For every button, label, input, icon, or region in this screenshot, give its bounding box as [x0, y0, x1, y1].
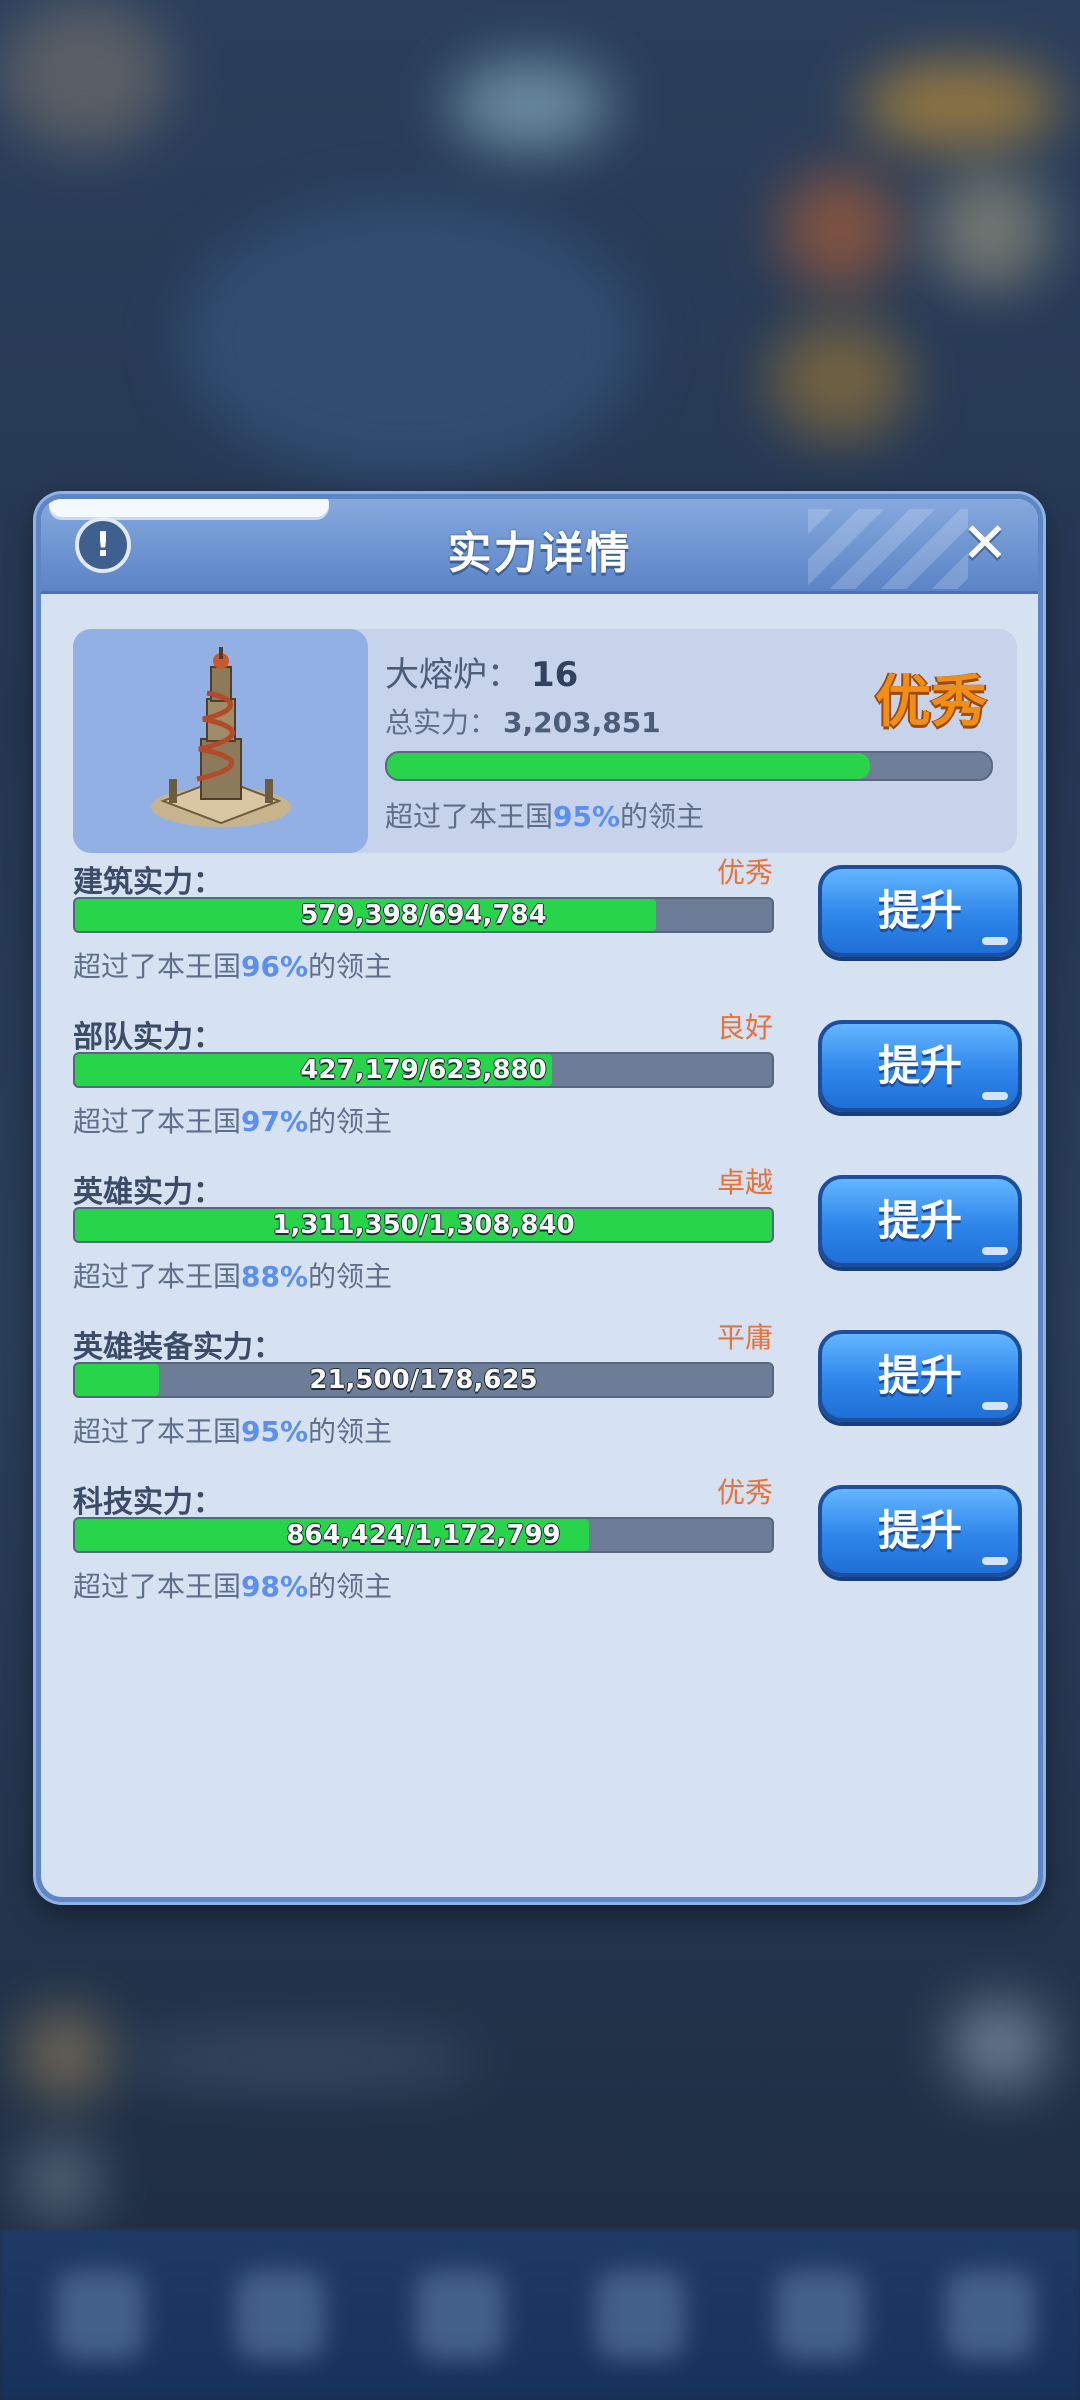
- power-row-label: 部队实力：: [73, 1020, 223, 1055]
- rank-suffix: 的领主: [308, 1570, 393, 1603]
- power-row-value: 427,179/623,880: [300, 1055, 547, 1085]
- upgrade-button[interactable]: 提升: [818, 865, 1022, 957]
- furnace-label: 大熔炉：: [385, 655, 521, 695]
- summary-progress-bar: [385, 751, 993, 781]
- power-row-value: 579,398/694,784: [300, 900, 547, 930]
- total-power: 总实力： 3,203,851: [385, 701, 661, 741]
- rank-percent: 88%: [241, 1260, 309, 1293]
- power-row-value: 864,424/1,172,799: [286, 1520, 561, 1550]
- power-row-value: 21,500/178,625: [309, 1365, 538, 1395]
- furnace-level-value: 16: [531, 655, 579, 695]
- summary-grade: 优秀: [875, 670, 987, 735]
- power-row-label: 建筑实力：: [73, 865, 223, 900]
- rank-prefix: 超过了本王国: [73, 1570, 242, 1603]
- rank-percent: 95%: [553, 800, 621, 833]
- rank-prefix: 超过了本王国: [73, 1105, 242, 1138]
- power-row-progress-bar: 21,500/178,625: [73, 1362, 774, 1398]
- upgrade-button[interactable]: 提升: [818, 1330, 1022, 1422]
- rank-suffix: 的领主: [620, 800, 705, 833]
- power-row-rank: 超过了本王国88%的领主: [73, 1255, 392, 1295]
- rank-prefix: 超过了本王国: [73, 1415, 242, 1448]
- rank-suffix: 的领主: [308, 1415, 393, 1448]
- summary-card: 大熔炉： 16 总实力： 3,203,851 优秀 超过了本王国95%的领主: [73, 629, 1017, 853]
- power-row-grade: 卓越: [716, 1166, 773, 1199]
- rank-prefix: 超过了本王国: [385, 800, 554, 833]
- rank-suffix: 的领主: [308, 950, 393, 983]
- dialog-title: 实力详情: [447, 528, 632, 579]
- total-power-value: 3,203,851: [503, 706, 661, 739]
- power-row-rank: 超过了本王国98%的领主: [73, 1565, 392, 1605]
- upgrade-button[interactable]: 提升: [818, 1485, 1022, 1577]
- summary-progress-fill: [387, 753, 871, 779]
- power-row-label: 英雄实力：: [73, 1175, 223, 1210]
- power-row: 部队实力： 良好 427,179/623,880 超过了本王国97%的领主 提升: [73, 1011, 1022, 1162]
- power-row-rank: 超过了本王国97%的领主: [73, 1100, 392, 1140]
- power-row: 建筑实力： 优秀 579,398/694,784 超过了本王国96%的领主 提升: [73, 856, 1022, 1007]
- power-details-dialog: ! 实力详情 ✕ 大熔炉： 16 总实力： 3,203,851 优秀 超过了本王国9…: [36, 494, 1043, 1902]
- close-icon[interactable]: ✕: [954, 513, 1016, 575]
- power-row-label: 英雄装备实力：: [73, 1330, 283, 1365]
- furnace-level: 大熔炉： 16: [385, 647, 578, 696]
- power-row-progress-bar: 579,398/694,784: [73, 897, 774, 933]
- rank-suffix: 的领主: [308, 1105, 393, 1138]
- power-row-rank: 超过了本王国96%的领主: [73, 945, 392, 985]
- rank-prefix: 超过了本王国: [73, 950, 242, 983]
- total-power-label: 总实力：: [385, 706, 498, 739]
- power-row: 英雄实力： 卓越 1,311,350/1,308,840 超过了本王国88%的领主 提升: [73, 1166, 1022, 1317]
- power-row-progress-bar: 864,424/1,172,799: [73, 1517, 774, 1553]
- power-row-rank: 超过了本王国95%的领主: [73, 1410, 392, 1450]
- power-row-grade: 良好: [716, 1011, 773, 1044]
- rank-percent: 97%: [241, 1105, 309, 1138]
- rank-percent: 98%: [241, 1570, 309, 1603]
- power-row-grade: 平庸: [716, 1321, 773, 1354]
- power-row: 英雄装备实力： 平庸 21,500/178,625 超过了本王国95%的领主 提升: [73, 1321, 1022, 1472]
- summary-rank: 超过了本王国95%的领主: [385, 795, 704, 835]
- upgrade-button[interactable]: 提升: [818, 1175, 1022, 1267]
- tower-icon: [151, 647, 291, 827]
- power-row-grade: 优秀: [716, 1476, 773, 1509]
- power-row-progress-bar: 1,311,350/1,308,840: [73, 1207, 774, 1243]
- power-row-progress-bar: 427,179/623,880: [73, 1052, 774, 1088]
- rank-percent: 95%: [241, 1415, 309, 1448]
- power-row-grade: 优秀: [716, 856, 773, 889]
- title-bar: ! 实力详情 ✕: [41, 499, 1038, 594]
- power-row-label: 科技实力：: [73, 1485, 223, 1520]
- power-row-value: 1,311,350/1,308,840: [272, 1210, 575, 1240]
- rank-prefix: 超过了本王国: [73, 1260, 242, 1293]
- rank-percent: 96%: [241, 950, 309, 983]
- upgrade-button[interactable]: 提升: [818, 1020, 1022, 1112]
- furnace-thumbnail: [73, 629, 368, 853]
- power-row: 科技实力： 优秀 864,424/1,172,799 超过了本王国98%的领主 提升: [73, 1476, 1022, 1627]
- snow-decoration: [49, 499, 329, 517]
- rank-suffix: 的领主: [308, 1260, 393, 1293]
